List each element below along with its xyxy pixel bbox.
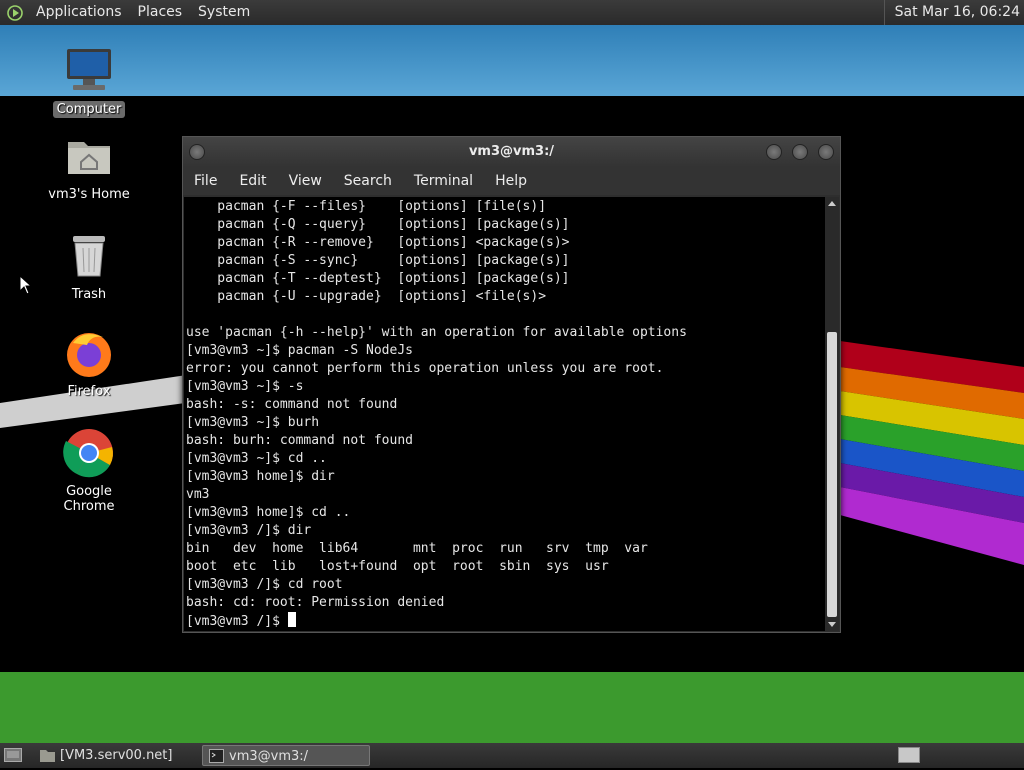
desktop-icon-label: Firefox xyxy=(67,384,111,399)
workspace-switcher[interactable] xyxy=(898,747,920,763)
show-desktop-icon[interactable] xyxy=(4,748,22,766)
maximize-button[interactable] xyxy=(792,144,808,160)
minimize-button[interactable] xyxy=(766,144,782,160)
taskbar-item-terminal[interactable]: vm3@vm3:/ xyxy=(202,745,370,766)
terminal-output[interactable]: pacman {-F --files} [options] [file(s)] … xyxy=(184,197,825,631)
taskbar-item-label: [VM3.serv00.net] xyxy=(60,748,173,763)
desktop-icon-chrome[interactable]: Google Chrome xyxy=(39,427,139,515)
places-menu[interactable]: Places xyxy=(130,0,191,25)
terminal-line: [vm3@vm3 ~]$ burh xyxy=(186,415,320,430)
terminal-line: [vm3@vm3 home]$ dir xyxy=(186,469,335,484)
computer-icon xyxy=(63,45,115,97)
terminal-line: [vm3@vm3 ~]$ -s xyxy=(186,379,304,394)
desktop-icon-label: vm3's Home xyxy=(48,187,130,202)
terminal-icon xyxy=(209,749,224,763)
clock[interactable]: Sat Mar 16, 06:24 xyxy=(883,0,1020,25)
menu-logo-icon[interactable] xyxy=(6,4,24,22)
desktop-icon-firefox[interactable]: Firefox xyxy=(39,327,139,400)
terminal-line: pacman {-F --files} [options] [file(s)] xyxy=(217,199,547,214)
scroll-thumb[interactable] xyxy=(827,332,837,617)
taskbar-item-label: vm3@vm3:/ xyxy=(229,749,309,764)
terminal-window[interactable]: vm3@vm3:/ File Edit View Search Terminal… xyxy=(182,136,841,633)
terminal-line: [vm3@vm3 /]$ cd root xyxy=(186,577,343,592)
folder-icon xyxy=(40,748,55,762)
terminal-line: [vm3@vm3 /]$ dir xyxy=(186,523,312,538)
terminal-prompt: [vm3@vm3 /]$ xyxy=(186,614,288,629)
desktop-icon-label: Google Chrome xyxy=(63,484,115,514)
close-button[interactable] xyxy=(818,144,834,160)
desktop-icon-label: Trash xyxy=(71,287,107,302)
menu-terminal[interactable]: Terminal xyxy=(403,173,484,189)
window-titlebar[interactable]: vm3@vm3:/ xyxy=(183,137,840,167)
applications-menu[interactable]: Applications xyxy=(28,0,130,25)
terminal-menubar: File Edit View Search Terminal Help xyxy=(183,167,840,195)
terminal-line: pacman {-T --deptest} [options] [package… xyxy=(217,271,570,286)
firefox-icon xyxy=(63,327,115,379)
trash-icon xyxy=(63,230,115,282)
text-cursor xyxy=(287,612,296,627)
terminal-line: [vm3@vm3 ~]$ pacman -S NodeJs xyxy=(186,343,413,358)
system-menu[interactable]: System xyxy=(190,0,258,25)
taskbar-item-file-manager[interactable]: [VM3.serv00.net] xyxy=(34,745,200,766)
mouse-pointer-icon xyxy=(19,274,33,299)
terminal-line: pacman {-U --upgrade} [options] <file(s)… xyxy=(217,289,547,304)
terminal-line: [vm3@vm3 home]$ cd .. xyxy=(186,505,351,520)
home-folder-icon xyxy=(63,130,115,182)
scroll-down-icon[interactable] xyxy=(828,622,836,627)
chrome-icon xyxy=(63,427,115,479)
desktop-icon-label: Computer xyxy=(52,101,126,118)
terminal-line: bash: -s: command not found xyxy=(186,397,398,412)
menu-search[interactable]: Search xyxy=(333,173,403,189)
desktop-icon-home[interactable]: vm3's Home xyxy=(39,130,139,203)
terminal-line: boot etc lib lost+found opt root sbin sy… xyxy=(186,559,609,574)
terminal-line: vm3 xyxy=(186,487,210,502)
menu-edit[interactable]: Edit xyxy=(228,173,277,189)
menu-file[interactable]: File xyxy=(183,173,228,189)
terminal-line: pacman {-S --sync} [options] [package(s)… xyxy=(217,253,570,268)
terminal-line: pacman {-R --remove} [options] <package(… xyxy=(217,235,570,250)
terminal-line: error: you cannot perform this operation… xyxy=(186,361,664,376)
window-menu-button[interactable] xyxy=(189,144,205,160)
menu-view[interactable]: View xyxy=(278,173,333,189)
terminal-line: bin dev home lib64 mnt proc run srv tmp … xyxy=(186,541,648,556)
terminal-line: bash: cd: root: Permission denied xyxy=(186,595,445,610)
desktop-icon-trash[interactable]: Trash xyxy=(39,230,139,303)
terminal-line: use 'pacman {-h --help}' with an operati… xyxy=(186,325,687,340)
terminal-line: pacman {-Q --query} [options] [package(s… xyxy=(217,217,570,232)
terminal-scrollbar[interactable] xyxy=(825,197,839,631)
top-panel: Applications Places System Sat Mar 16, 0… xyxy=(0,0,1024,25)
bottom-panel: [VM3.serv00.net] vm3@vm3:/ xyxy=(0,743,1024,768)
desktop-icon-computer[interactable]: Computer xyxy=(39,45,139,118)
menu-help[interactable]: Help xyxy=(484,173,538,189)
terminal-line: bash: burh: command not found xyxy=(186,433,413,448)
window-title: vm3@vm3:/ xyxy=(468,144,555,159)
scroll-up-icon[interactable] xyxy=(828,201,836,206)
terminal-text: pacman {-F --files} [options] [file(s)] … xyxy=(184,198,689,631)
terminal-line: [vm3@vm3 ~]$ cd .. xyxy=(186,451,327,466)
